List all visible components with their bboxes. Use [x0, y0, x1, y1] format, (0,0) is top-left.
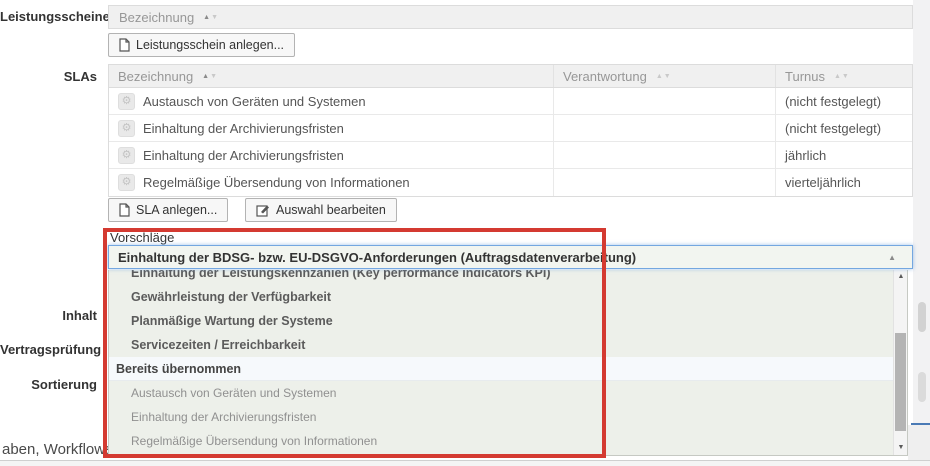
column-header-bezeichnung[interactable]: Bezeichnung ▲▼: [109, 65, 554, 87]
sort-icons[interactable]: ▲▼: [202, 73, 218, 80]
table-row[interactable]: ⚙ Austausch von Geräten und Systemen (nic…: [109, 88, 912, 115]
bottom-strip: [0, 461, 930, 466]
scroll-up-icon[interactable]: ▲: [894, 270, 908, 284]
table-row[interactable]: ⚙ Regelmäßige Übersendung von Information…: [109, 169, 912, 196]
sla-gear-icon: ⚙: [118, 174, 135, 191]
leistungsschein-anlegen-button[interactable]: Leistungsschein anlegen...: [108, 33, 295, 57]
table-row[interactable]: ⚙ Einhaltung der Archivierungsfristen (ni…: [109, 115, 912, 142]
scrollbar-thumb[interactable]: [895, 333, 906, 431]
combobox-selected-value: Einhaltung der BDSG- bzw. EU-DSGVO-Anfor…: [118, 250, 888, 265]
vorschlaege-combobox[interactable]: Einhaltung der BDSG- bzw. EU-DSGVO-Anfor…: [108, 245, 913, 269]
sla-table: Bezeichnung ▲▼ Verantwortung ▲▼ Turnus ▲…: [108, 64, 913, 197]
sla-verantwortung[interactable]: [554, 115, 776, 141]
button-label: SLA anlegen...: [136, 203, 217, 217]
sort-asc-icon[interactable]: ▲: [202, 73, 210, 80]
sla-gear-icon: ⚙: [118, 120, 135, 137]
vorschlaege-label: Vorschläge: [110, 230, 174, 245]
background-scrollbar-fragment: [918, 302, 926, 332]
slas-label: SLAs: [0, 69, 97, 84]
leistungsscheine-table-header[interactable]: Bezeichnung ▲▼: [108, 5, 913, 29]
sla-turnus[interactable]: (nicht festgelegt): [776, 88, 912, 114]
column-header-verantwortung[interactable]: Verantwortung ▲▼: [554, 65, 776, 87]
leistungsscheine-label: Leistungsscheine: [0, 9, 97, 24]
sort-asc-icon[interactable]: ▲: [834, 73, 842, 80]
sort-asc-icon[interactable]: ▲: [203, 14, 211, 21]
dropdown-option-taken[interactable]: Regelmäßige Übersendung von Informatione…: [109, 429, 893, 453]
sla-bezeichnung[interactable]: Einhaltung der Archivierungsfristen: [143, 121, 344, 136]
sort-icons[interactable]: ▲▼: [834, 73, 850, 80]
dropdown-option[interactable]: Servicezeiten / Erreichbarkeit: [109, 333, 893, 357]
dropdown-option-taken[interactable]: Einhaltung der Archivierungsfristen: [109, 405, 893, 429]
sort-desc-icon[interactable]: ▼: [211, 14, 219, 21]
table-row[interactable]: ⚙ Einhaltung der Archivierungsfristen jäh…: [109, 142, 912, 169]
collapse-arrow-icon[interactable]: ▲: [888, 253, 896, 262]
dropdown-scrollbar[interactable]: ▲ ▼: [893, 270, 907, 455]
new-document-icon: [119, 203, 130, 217]
inhalt-label: Inhalt: [0, 308, 97, 323]
background-border-fragment: [911, 423, 930, 425]
sla-turnus[interactable]: (nicht festgelegt): [776, 115, 912, 141]
sort-icons[interactable]: ▲▼: [656, 73, 672, 80]
new-document-icon: [119, 38, 130, 52]
sort-icons[interactable]: ▲▼: [203, 14, 219, 21]
sort-desc-icon[interactable]: ▼: [664, 73, 672, 80]
sort-asc-icon[interactable]: ▲: [656, 73, 664, 80]
dropdown-option[interactable]: Einhaltung der Leistungskennzahlen (Key …: [109, 270, 893, 285]
sla-verantwortung[interactable]: [554, 142, 776, 168]
dropdown-option[interactable]: Gewährleistung der Verfügbarkeit: [109, 285, 893, 309]
background-scrollbar-fragment: [918, 372, 926, 402]
sla-verantwortung[interactable]: [554, 88, 776, 114]
sla-anlegen-button[interactable]: SLA anlegen...: [108, 198, 228, 222]
sla-gear-icon: ⚙: [118, 93, 135, 110]
vertragspruefung-label: Vertragsprüfung: [0, 342, 97, 357]
sla-turnus[interactable]: jährlich: [776, 142, 912, 168]
sla-turnus[interactable]: vierteljährlich: [776, 169, 912, 196]
sla-table-header-row: Bezeichnung ▲▼ Verantwortung ▲▼ Turnus ▲…: [109, 65, 912, 88]
edit-icon: [256, 204, 270, 217]
sla-verantwortung[interactable]: [554, 169, 776, 196]
dropdown-section-header: Bereits übernommen: [109, 357, 893, 381]
dropdown-option-taken[interactable]: Austausch von Geräten und Systemen: [109, 381, 893, 405]
vorschlaege-dropdown-list: Einhaltung der Leistungskennzahlen (Key …: [108, 270, 908, 456]
auswahl-bearbeiten-button[interactable]: Auswahl bearbeiten: [245, 198, 397, 222]
leistungsscheine-column-bezeichnung[interactable]: Bezeichnung: [119, 10, 194, 25]
sortierung-label: Sortierung: [0, 377, 97, 392]
column-header-turnus[interactable]: Turnus ▲▼: [776, 65, 912, 87]
sla-bezeichnung[interactable]: Austausch von Geräten und Systemen: [143, 94, 366, 109]
sla-bezeichnung[interactable]: Regelmäßige Übersendung von Informatione…: [143, 175, 410, 190]
sort-desc-icon[interactable]: ▼: [842, 73, 850, 80]
sla-gear-icon: ⚙: [118, 147, 135, 164]
sla-bezeichnung[interactable]: Einhaltung der Archivierungsfristen: [143, 148, 344, 163]
button-label: Leistungsschein anlegen...: [136, 38, 284, 52]
dropdown-option[interactable]: Planmäßige Wartung der Systeme: [109, 309, 893, 333]
sort-desc-icon[interactable]: ▼: [210, 73, 218, 80]
background-panel-fragment: [908, 425, 930, 460]
button-label: Auswahl bearbeiten: [276, 203, 386, 217]
dropdown-items: Einhaltung der Leistungskennzahlen (Key …: [109, 270, 893, 455]
scroll-down-icon[interactable]: ▼: [894, 441, 908, 455]
